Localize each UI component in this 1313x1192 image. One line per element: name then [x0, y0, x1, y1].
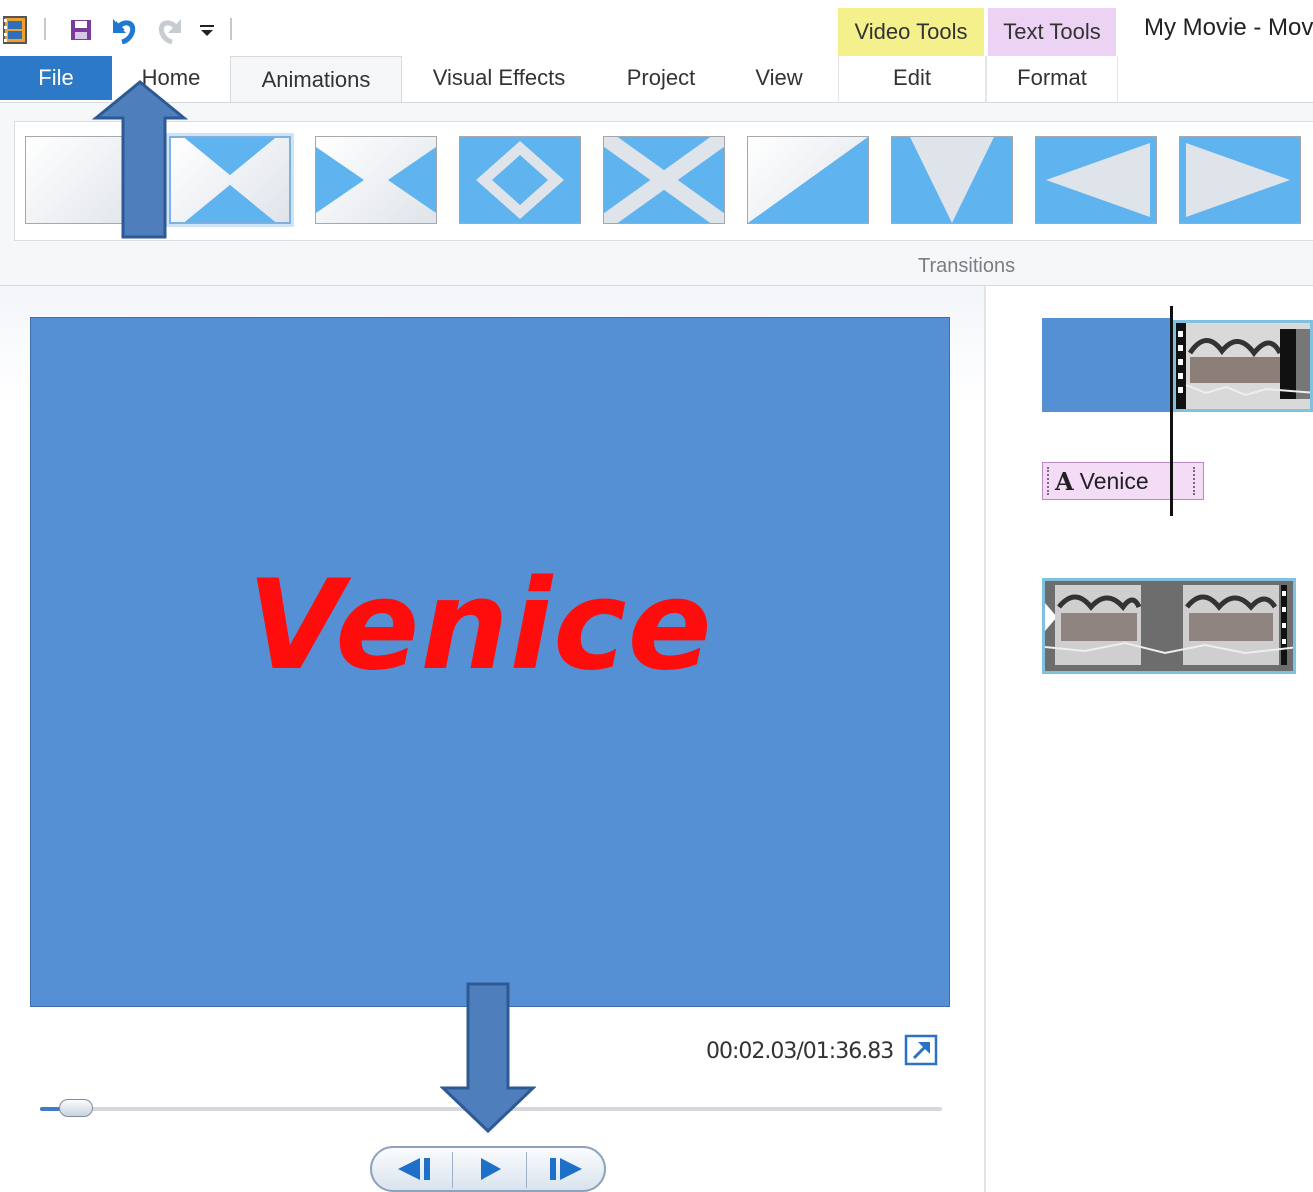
- movie-maker-app-icon[interactable]: [0, 14, 30, 46]
- title-clip[interactable]: [1042, 318, 1172, 412]
- save-icon[interactable]: [66, 14, 96, 46]
- next-frame-button[interactable]: [528, 1148, 600, 1190]
- transition-v-wipe-tile[interactable]: [891, 136, 1013, 224]
- caption-trim-handle-left[interactable]: [1047, 467, 1051, 495]
- fullscreen-icon[interactable]: [904, 1034, 938, 1068]
- caption-clip-label: Venice: [1079, 467, 1149, 494]
- redo-icon[interactable]: [154, 14, 184, 46]
- previous-frame-button[interactable]: [380, 1148, 452, 1190]
- toolbar-separator: [230, 18, 232, 40]
- transition-diamond-tile[interactable]: [459, 136, 581, 224]
- tab-project[interactable]: Project: [604, 56, 718, 100]
- transition-left-arrow-tile[interactable]: [1035, 136, 1157, 224]
- caption-trim-handle-right[interactable]: [1193, 467, 1197, 495]
- undo-icon[interactable]: [110, 14, 140, 46]
- play-icon: [481, 1158, 501, 1180]
- transition-right-arrow-tile[interactable]: [1179, 136, 1301, 224]
- video-preview[interactable]: Venice: [30, 317, 950, 1007]
- transition-bow-tie-tile[interactable]: [315, 136, 437, 224]
- play-button[interactable]: [454, 1148, 526, 1190]
- control-divider: [452, 1152, 453, 1188]
- tab-view[interactable]: View: [734, 56, 824, 100]
- video-tools-context-label: Video Tools: [838, 8, 984, 56]
- down-arrow-annotation: [440, 982, 536, 1134]
- control-divider: [526, 1152, 527, 1188]
- transition-diagonal-tile[interactable]: [747, 136, 869, 224]
- playback-controls: [370, 1146, 606, 1192]
- tab-animations[interactable]: Animations: [230, 56, 402, 103]
- text-tools-context-label: Text Tools: [988, 8, 1116, 56]
- toolbar-separator: [44, 18, 46, 40]
- caption-clip[interactable]: A Venice: [1042, 462, 1204, 500]
- video-clip-thumbnail-2[interactable]: [1042, 578, 1296, 674]
- video-tools-tab-group: [838, 56, 986, 102]
- playhead[interactable]: [1170, 306, 1173, 516]
- previous-frame-icon: [398, 1158, 430, 1180]
- tab-visual-effects[interactable]: Visual Effects: [414, 56, 584, 100]
- next-frame-icon: [550, 1158, 582, 1180]
- seek-thumb[interactable]: [58, 1099, 93, 1117]
- storyboard-pane: A Venice: [986, 286, 1313, 1192]
- transitions-gallery: [14, 121, 1313, 241]
- preview-title-text: Venice: [247, 554, 713, 698]
- transitions-group-label: Transitions: [918, 255, 1016, 277]
- video-clip-thumbnail[interactable]: [1173, 320, 1313, 412]
- up-arrow-annotation: [91, 80, 189, 239]
- caption-type-icon: A: [1055, 466, 1074, 496]
- text-tools-tab-group: [986, 56, 1118, 102]
- quick-access-toolbar: Video Tools Text Tools My Movie - Mov: [0, 0, 1313, 58]
- transition-cross-tile[interactable]: [603, 136, 725, 224]
- ribbon-panel: Transitions: [0, 102, 1313, 286]
- window-title: My Movie - Mov: [1144, 14, 1313, 41]
- customize-toolbar-icon[interactable]: [192, 14, 222, 46]
- time-readout: 00:02.03/01:36.83: [706, 1039, 894, 1064]
